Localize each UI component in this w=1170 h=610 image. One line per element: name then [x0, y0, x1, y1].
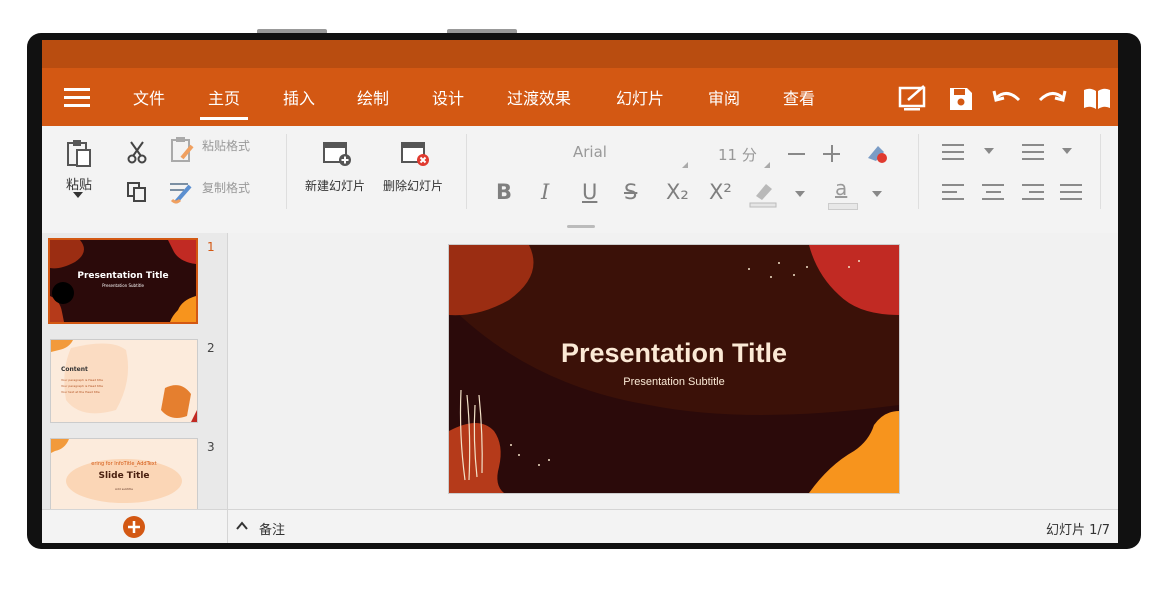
menu-transitions[interactable]: 过渡效果: [507, 68, 571, 126]
menu-home[interactable]: 主页: [199, 68, 249, 126]
copy-icon[interactable]: [126, 181, 148, 203]
italic-button[interactable]: I: [541, 180, 549, 204]
divider: [466, 134, 467, 209]
paste-format-label[interactable]: 粘贴格式: [202, 137, 250, 154]
bullet-list-dropdown-icon[interactable]: [984, 148, 994, 154]
present-icon[interactable]: [898, 84, 932, 112]
slide-thumbnail-2[interactable]: Content Your paragraph is Head title You…: [50, 339, 198, 423]
redo-icon[interactable]: [1037, 88, 1067, 110]
menu-draw[interactable]: 绘制: [357, 68, 389, 126]
menu-file[interactable]: 文件: [133, 68, 165, 126]
slide-background-art: [50, 240, 196, 322]
align-left-icon[interactable]: [942, 184, 964, 205]
font-size-dropdown-icon[interactable]: [764, 162, 770, 168]
divider: [918, 134, 919, 209]
undo-icon[interactable]: [992, 88, 1022, 110]
slide-number-3: 3: [207, 440, 215, 454]
justify-icon[interactable]: [1060, 184, 1082, 205]
copy-format-label[interactable]: 复制格式: [202, 179, 250, 196]
numbered-list-dropdown-icon[interactable]: [1062, 148, 1072, 154]
font-name-select[interactable]: Arial: [573, 143, 607, 161]
thumb-2-line: Your text at the Head title: [61, 390, 100, 394]
paste-format-icon[interactable]: [170, 136, 196, 164]
read-mode-icon[interactable]: [1082, 87, 1112, 111]
slide-title[interactable]: Presentation Title: [449, 338, 899, 369]
font-size-select[interactable]: 11 分: [718, 144, 757, 165]
highlight-icon[interactable]: [748, 180, 778, 208]
divider: [286, 134, 287, 209]
slide-background-art: [449, 245, 899, 493]
underline-button[interactable]: U: [582, 180, 597, 204]
font-color-swatch: [828, 203, 858, 210]
menu-bar: 文件 主页 插入 绘制 设计 过渡效果 幻灯片 审阅 查看: [42, 68, 1118, 126]
menu-view[interactable]: 查看: [783, 68, 815, 126]
menu-insert[interactable]: 插入: [283, 68, 315, 126]
status-footer: 备注 幻灯片 1/7: [42, 509, 1118, 543]
new-slide-icon[interactable]: [322, 140, 354, 168]
new-slide-label[interactable]: 新建幻灯片: [305, 177, 365, 194]
bold-button[interactable]: B: [496, 180, 512, 204]
highlight-dropdown-icon[interactable]: [795, 191, 805, 197]
save-icon[interactable]: [948, 86, 974, 112]
superscript-button[interactable]: X²: [709, 180, 732, 204]
paste-dropdown-icon[interactable]: [73, 192, 83, 198]
app-screen: 文件 主页 插入 绘制 设计 过渡效果 幻灯片 审阅 查看 粘贴 粘贴格式 复制…: [42, 40, 1118, 543]
delete-slide-label[interactable]: 删除幻灯片: [383, 177, 443, 194]
align-center-icon[interactable]: [982, 184, 1004, 205]
add-slide-button[interactable]: [122, 515, 146, 539]
font-color-button[interactable]: a: [835, 176, 847, 200]
divider: [1100, 134, 1101, 209]
strikethrough-button[interactable]: S: [624, 180, 637, 204]
notes-chevron-icon[interactable]: [236, 521, 248, 531]
numbered-list-icon[interactable]: [1022, 144, 1044, 165]
bullet-list-icon[interactable]: [942, 144, 964, 165]
thumb-3-title: Slide Title: [98, 471, 150, 481]
status-bar: [42, 40, 1118, 68]
slide-thumbnail-3[interactable]: ering for InfoTitle_AddText Slide Title …: [50, 438, 198, 509]
slide-thumbnail-pane: Presentation Title Presentation Subtitle…: [42, 233, 228, 509]
font-name-dropdown-icon[interactable]: [682, 162, 688, 168]
cut-icon[interactable]: [126, 140, 148, 164]
thumb-1-title: Presentation Title: [77, 271, 169, 281]
copy-format-icon[interactable]: [168, 178, 198, 204]
paste-icon[interactable]: [66, 138, 92, 168]
increase-font-icon[interactable]: [823, 145, 840, 162]
delete-slide-icon[interactable]: [400, 140, 432, 168]
paste-label[interactable]: 粘贴: [66, 174, 92, 193]
font-color-dropdown-icon[interactable]: [872, 191, 882, 197]
notes-toggle[interactable]: 备注: [259, 519, 285, 538]
thumb-2-line: Your paragraph is Head title: [61, 378, 103, 382]
clear-format-icon[interactable]: [864, 142, 890, 164]
slide-subtitle[interactable]: Presentation Subtitle: [449, 376, 899, 388]
thumb-1-marker: [52, 282, 74, 304]
menu-design[interactable]: 设计: [432, 68, 464, 126]
slide-number-1: 1: [207, 240, 215, 254]
slide-number-2: 2: [207, 341, 215, 355]
hamburger-menu-icon[interactable]: [64, 88, 90, 108]
thumb-3-kicker: ering for InfoTitle_AddText: [91, 461, 157, 467]
slide-indicator: 幻灯片 1/7: [1046, 523, 1111, 538]
menu-slideshow[interactable]: 幻灯片: [616, 68, 664, 126]
subscript-button[interactable]: X₂: [666, 180, 689, 204]
align-right-icon[interactable]: [1022, 184, 1044, 205]
thumb-3-caption: Add subtitle: [115, 487, 133, 491]
thumb-2-title: Content: [61, 366, 88, 373]
slide-thumbnail-1[interactable]: Presentation Title Presentation Subtitle: [48, 238, 198, 324]
decrease-font-icon[interactable]: [788, 153, 805, 155]
thumb-2-line: Your paragraph is Head title: [61, 384, 103, 388]
ribbon-collapse-handle[interactable]: [567, 225, 595, 228]
menu-review[interactable]: 审阅: [708, 68, 740, 126]
current-slide[interactable]: Presentation Title Presentation Subtitle: [448, 244, 900, 494]
